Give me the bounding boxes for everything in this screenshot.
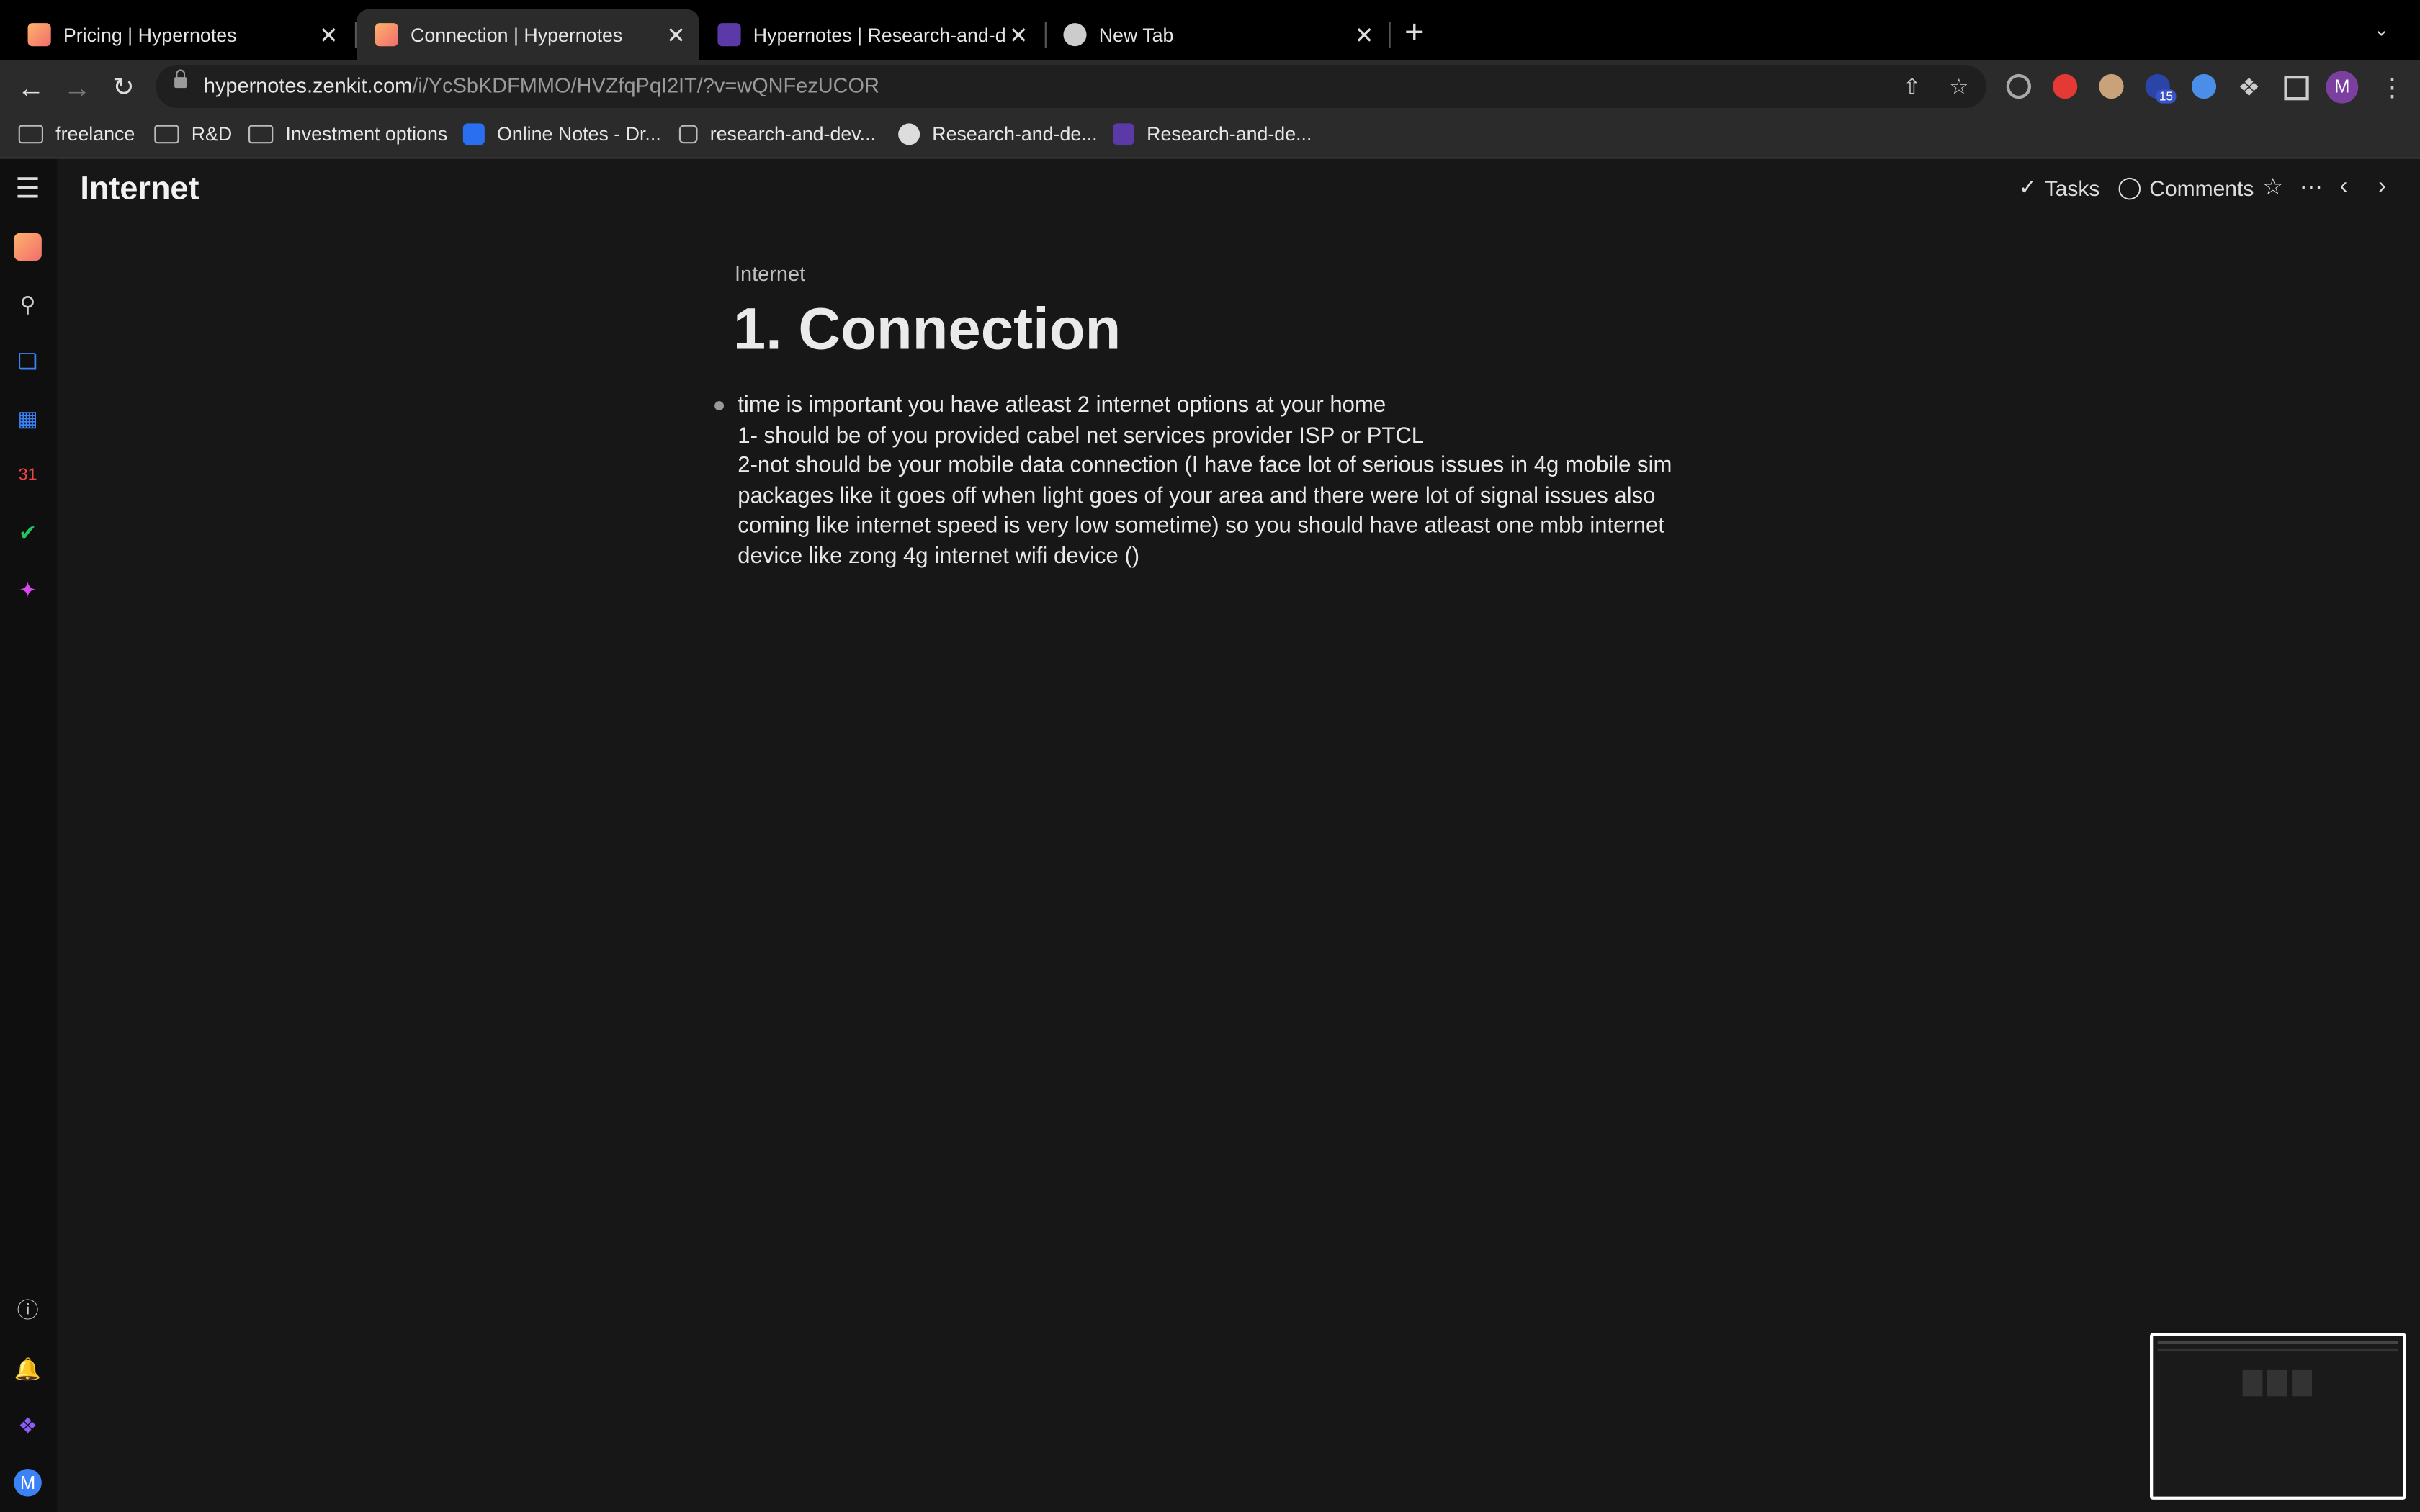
tab-connection[interactable]: Connection | Hypernotes ✕ (356, 9, 699, 60)
tasks-button[interactable]: ✓ Tasks (2019, 174, 2100, 200)
side-panel-icon[interactable] (2284, 76, 2309, 101)
lock-icon (174, 69, 187, 89)
comment-icon: ◯ (2118, 174, 2142, 199)
close-icon[interactable]: ✕ (1350, 21, 1379, 48)
back-arrow-icon[interactable]: ← (12, 69, 49, 106)
bookmark-online-notes[interactable]: Online Notes - Dr... (462, 123, 661, 145)
screen-preview-thumbnail[interactable] (2150, 1333, 2406, 1500)
hypernotes-icon (375, 23, 398, 47)
new-tab-button[interactable]: + (1404, 14, 1425, 49)
tab-title: New Tab (1098, 24, 1174, 46)
hypernotes-app: ☰ ⚲ ❏ ▦ 31 ✔ ✦ ⓘ 🔔 ❖ M Internet ✓ Tasks … (0, 158, 2420, 1512)
document-body[interactable]: time is important you have atleast 2 int… (738, 392, 1695, 573)
tab-separator (1389, 22, 1391, 48)
next-chevron-icon[interactable]: › (2378, 173, 2386, 199)
user-avatar[interactable]: M (14, 1468, 42, 1497)
preview-card (2242, 1369, 2263, 1397)
hypernotes-icon (27, 23, 51, 47)
drop-extension-icon[interactable] (2191, 73, 2217, 99)
zenkit-logo-icon[interactable]: ❖ (14, 1412, 42, 1440)
address-bar[interactable]: hypernotes.zenkit.com/i/YcSbKDFMMO/HVZfq… (156, 65, 1986, 108)
body-line: 1- should be of you provided cabel net s… (738, 423, 1425, 449)
bookmark-rnd[interactable]: R&D (154, 123, 232, 145)
hand-extension-icon[interactable] (2053, 73, 2078, 99)
folder-icon (248, 125, 274, 144)
tab-title: Hypernotes | Research-and-de (753, 24, 1005, 46)
calendar-icon[interactable]: 31 (14, 462, 42, 490)
dropbox-icon (462, 123, 485, 145)
body-line: device like zong 4g internet wifi device… (738, 544, 1140, 570)
preview-card (2292, 1369, 2312, 1397)
favorite-star-icon[interactable]: ☆ (2262, 173, 2283, 200)
breadcrumb[interactable]: Internet (735, 262, 805, 285)
bookmark-research-3[interactable]: Research-and-de... (1113, 123, 1312, 145)
bookmarks-bar: freelance R&D Investment options Online … (0, 114, 2420, 159)
close-icon[interactable]: ✕ (1005, 21, 1033, 48)
browser-toolbar: ← → ↻ hypernotes.zenkit.com/i/YcSbKDFMMO… (0, 60, 2420, 114)
chrome-icon (1063, 23, 1087, 47)
doc-icon (1113, 123, 1134, 145)
bookmark-research-2[interactable]: Research-and-de... (898, 123, 1098, 145)
reload-icon[interactable]: ↻ (105, 69, 142, 106)
bookmark-research-1[interactable]: research-and-dev... (678, 123, 876, 145)
close-icon[interactable]: ✕ (662, 21, 690, 48)
close-icon[interactable]: ✕ (315, 21, 343, 48)
bell-icon[interactable]: 🔔 (14, 1354, 42, 1382)
extension-badge-count: 15 (2156, 89, 2177, 104)
puzzle-icon[interactable]: ❖ (2238, 73, 2260, 104)
forward-arrow-icon[interactable]: → (58, 69, 95, 106)
page-title: Internet (80, 171, 200, 207)
tab-pricing[interactable]: Pricing | Hypernotes ✕ (9, 9, 352, 60)
hypernotes-icon[interactable] (14, 233, 42, 261)
tab-title: Pricing | Hypernotes (63, 24, 237, 46)
target-extension-icon[interactable] (2006, 73, 2031, 99)
info-icon[interactable]: ⓘ (14, 1296, 42, 1324)
preview-bar (2157, 1341, 2398, 1344)
profile-avatar[interactable]: M (2326, 71, 2359, 104)
tab-new[interactable]: New Tab ✕ (1045, 9, 1388, 60)
bookmark-star-icon[interactable]: ☆ (1949, 74, 1968, 100)
check-circle-icon: ✓ (2018, 174, 2038, 199)
body-line: packages like it goes off when light goe… (738, 484, 1656, 509)
document-title[interactable]: 1. Connection (733, 298, 1121, 364)
bookmark-investment[interactable]: Investment options (248, 123, 447, 145)
tasks-label: Tasks (2044, 175, 2100, 200)
search-icon[interactable]: ⚲ (14, 290, 42, 318)
previous-chevron-icon[interactable]: ‹ (2340, 173, 2348, 199)
browser-menu-icon[interactable]: ⋮ (2380, 73, 2404, 104)
comments-button[interactable]: ◯ Comments (2118, 174, 2254, 200)
more-options-icon[interactable]: ⋯ (2300, 173, 2323, 200)
folder-icon (18, 125, 43, 144)
tab-strip: Pricing | Hypernotes ✕ Connection | Hype… (0, 0, 2420, 60)
preview-bar (2157, 1348, 2398, 1352)
collections-icon[interactable]: ❏ (14, 347, 42, 375)
doc-icon (717, 23, 741, 47)
graph-icon[interactable]: ✦ (14, 575, 42, 603)
body-line: time is important you have atleast 2 int… (738, 393, 1386, 418)
body-line: 2-not should be your mobile data connect… (738, 454, 1672, 479)
bullet-icon (714, 401, 724, 410)
folder-icon (154, 125, 179, 144)
tab-title: Connection | Hypernotes (411, 24, 623, 46)
tab-research[interactable]: Hypernotes | Research-and-de ✕ (699, 9, 1042, 60)
page-icon (678, 125, 698, 144)
share-icon[interactable]: ⇧ (1903, 74, 1921, 100)
bookmark-freelance[interactable]: freelance (18, 123, 135, 145)
globe-icon (898, 123, 920, 145)
left-rail: ☰ ⚲ ❏ ▦ 31 ✔ ✦ ⓘ 🔔 ❖ M (0, 158, 58, 1512)
hamburger-menu-icon[interactable]: ☰ (14, 174, 42, 202)
table-icon[interactable]: ▦ (14, 404, 42, 432)
body-line: coming like internet speed is very low s… (738, 514, 1664, 539)
url-text[interactable]: hypernotes.zenkit.com/i/YcSbKDFMMO/HVZfq… (204, 74, 879, 97)
tab-search-chevron-icon[interactable]: ⌄ (2374, 19, 2390, 40)
preview-card (2267, 1369, 2287, 1397)
comments-label: Comments (2149, 175, 2254, 200)
check-circle-icon[interactable]: ✔ (14, 518, 42, 546)
face-extension-icon[interactable] (2099, 73, 2124, 99)
